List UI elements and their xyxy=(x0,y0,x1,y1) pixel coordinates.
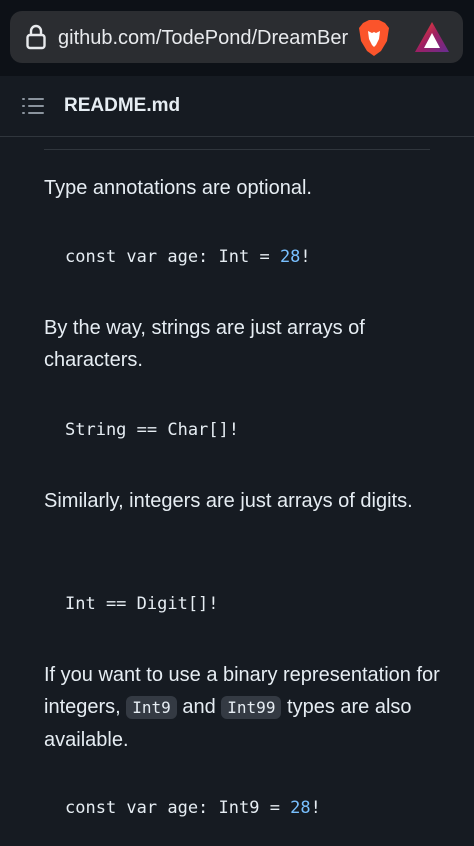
brave-lion-icon[interactable] xyxy=(357,19,391,57)
code-block-age-int: const var age: Int = 28! xyxy=(65,244,311,270)
paragraph-integers: Similarly, integers are just arrays of d… xyxy=(44,490,413,512)
paragraph-text: and xyxy=(176,696,222,718)
lock-icon[interactable] xyxy=(26,24,46,50)
readme-title: README.md xyxy=(64,95,181,116)
paragraph-type-annotations: Type annotations are optional. xyxy=(44,177,312,199)
table-of-contents-icon[interactable] xyxy=(22,97,44,115)
code-number: 28 xyxy=(279,247,301,267)
code-block-int-digit: Int == Digit[]! xyxy=(65,594,219,614)
code-block-string-char: String == Char[]! xyxy=(65,420,239,440)
code-text: ! xyxy=(300,247,311,267)
readme-header: README.md xyxy=(0,76,474,137)
paragraph-strings: By the way, strings are just arrays of c… xyxy=(44,317,365,371)
paragraph-binary: If you want to use a binary representati… xyxy=(44,659,444,756)
readme-content: Type annotations are optional. const var… xyxy=(0,137,474,846)
inline-code-int9: Int9 xyxy=(126,696,177,719)
browser-toolbar: github.com/TodePond/DreamBerd xyxy=(0,0,474,76)
code-text: ! xyxy=(310,798,321,818)
code-text: const var age: Int = xyxy=(65,247,280,267)
divider xyxy=(44,149,430,150)
url-text[interactable]: github.com/TodePond/DreamBerd xyxy=(58,24,348,52)
code-number: 28 xyxy=(290,798,311,818)
inline-code-int99: Int99 xyxy=(221,696,282,719)
code-block-age-int9: const var age: Int9 = 28! xyxy=(65,795,321,821)
brave-rewards-icon[interactable] xyxy=(414,21,450,53)
code-text: const var age: Int9 = xyxy=(65,798,291,818)
